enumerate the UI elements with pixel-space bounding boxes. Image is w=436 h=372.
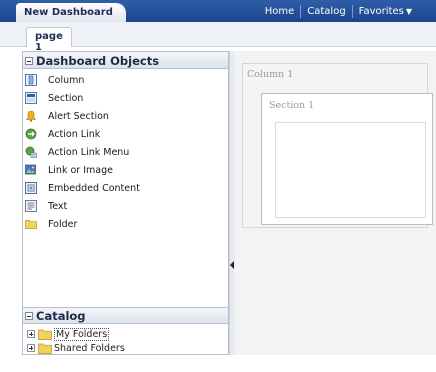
- catalog-header[interactable]: Catalog: [23, 307, 228, 324]
- column-label: Column 1: [247, 69, 294, 80]
- object-item-section[interactable]: Section: [25, 89, 228, 107]
- object-item-label: Action Link: [48, 128, 101, 140]
- dashboard-canvas: Column 1 Section 1: [235, 51, 436, 355]
- expand-icon[interactable]: [27, 344, 35, 352]
- catalog-item-shared-folders[interactable]: Shared Folders: [27, 341, 228, 355]
- object-item-column[interactable]: Column: [25, 71, 228, 89]
- left-panel: Dashboard Objects Column Section Alert S…: [22, 51, 229, 355]
- text-icon: [25, 200, 37, 212]
- column-icon: [25, 74, 37, 86]
- page-tabs-bar: page 1: [0, 22, 436, 53]
- folder-icon: [38, 329, 52, 340]
- object-item-embedded-content[interactable]: Embedded Content: [25, 179, 228, 197]
- link-image-icon: [25, 164, 36, 175]
- folder-icon: [25, 220, 37, 229]
- object-item-label: Text: [48, 200, 68, 212]
- embedded-content-icon: [25, 182, 37, 194]
- expand-icon[interactable]: [27, 330, 35, 338]
- object-item-link-or-image[interactable]: Link or Image: [25, 161, 228, 179]
- object-item-alert-section[interactable]: Alert Section: [25, 107, 228, 125]
- object-item-action-link[interactable]: Action Link: [25, 125, 228, 143]
- collapse-icon[interactable]: [25, 312, 33, 320]
- page-bottom: [0, 355, 436, 372]
- object-item-label: Action Link Menu: [48, 146, 130, 158]
- object-item-action-link-menu[interactable]: Action Link Menu: [25, 143, 228, 161]
- folder-icon: [38, 343, 52, 354]
- nav-favorites-menu[interactable]: Favorites ▼: [353, 6, 418, 17]
- section-drop-area[interactable]: [275, 122, 426, 218]
- object-item-label: Section: [48, 92, 84, 104]
- header-bar: New Dashboard Home Catalog Favorites ▼: [0, 0, 436, 22]
- catalog-title: Catalog: [36, 309, 86, 323]
- nav-home-link[interactable]: Home: [259, 6, 301, 17]
- dashboard-objects-list: Column Section Alert Section Action Link: [23, 69, 228, 307]
- nav-catalog-link[interactable]: Catalog: [301, 6, 351, 17]
- catalog-item-label: My Folders: [54, 327, 110, 341]
- object-item-label: Alert Section: [48, 110, 109, 122]
- nav-favorites-label: Favorites: [358, 5, 404, 17]
- action-link-menu-icon: [25, 146, 37, 158]
- collapse-icon[interactable]: [25, 56, 33, 65]
- object-item-label: Embedded Content: [48, 182, 140, 194]
- object-item-text[interactable]: Text: [25, 197, 228, 215]
- section-icon: [25, 92, 37, 104]
- object-item-label: Folder: [48, 218, 78, 230]
- dashboard-objects-header[interactable]: Dashboard Objects: [23, 52, 228, 69]
- chevron-down-icon: ▼: [405, 6, 412, 16]
- section-container[interactable]: Section 1: [261, 93, 433, 225]
- section-label: Section 1: [269, 100, 315, 111]
- dashboard-title: New Dashboard: [16, 3, 126, 22]
- action-link-icon: [25, 128, 37, 140]
- object-item-label: Link or Image: [48, 164, 113, 176]
- catalog-item-my-folders[interactable]: My Folders: [27, 327, 228, 341]
- object-item-label: Column: [48, 74, 85, 86]
- alert-bell-icon: [25, 110, 37, 122]
- top-navigation: Home Catalog Favorites ▼: [259, 0, 418, 22]
- dashboard-objects-title: Dashboard Objects: [36, 53, 160, 68]
- catalog-tree: My Folders Shared Folders: [23, 324, 228, 355]
- catalog-item-label: Shared Folders: [54, 342, 125, 354]
- tab-page-1[interactable]: page 1: [26, 27, 72, 53]
- object-item-folder[interactable]: Folder: [25, 215, 228, 233]
- collapse-left-arrow-icon[interactable]: [230, 261, 234, 269]
